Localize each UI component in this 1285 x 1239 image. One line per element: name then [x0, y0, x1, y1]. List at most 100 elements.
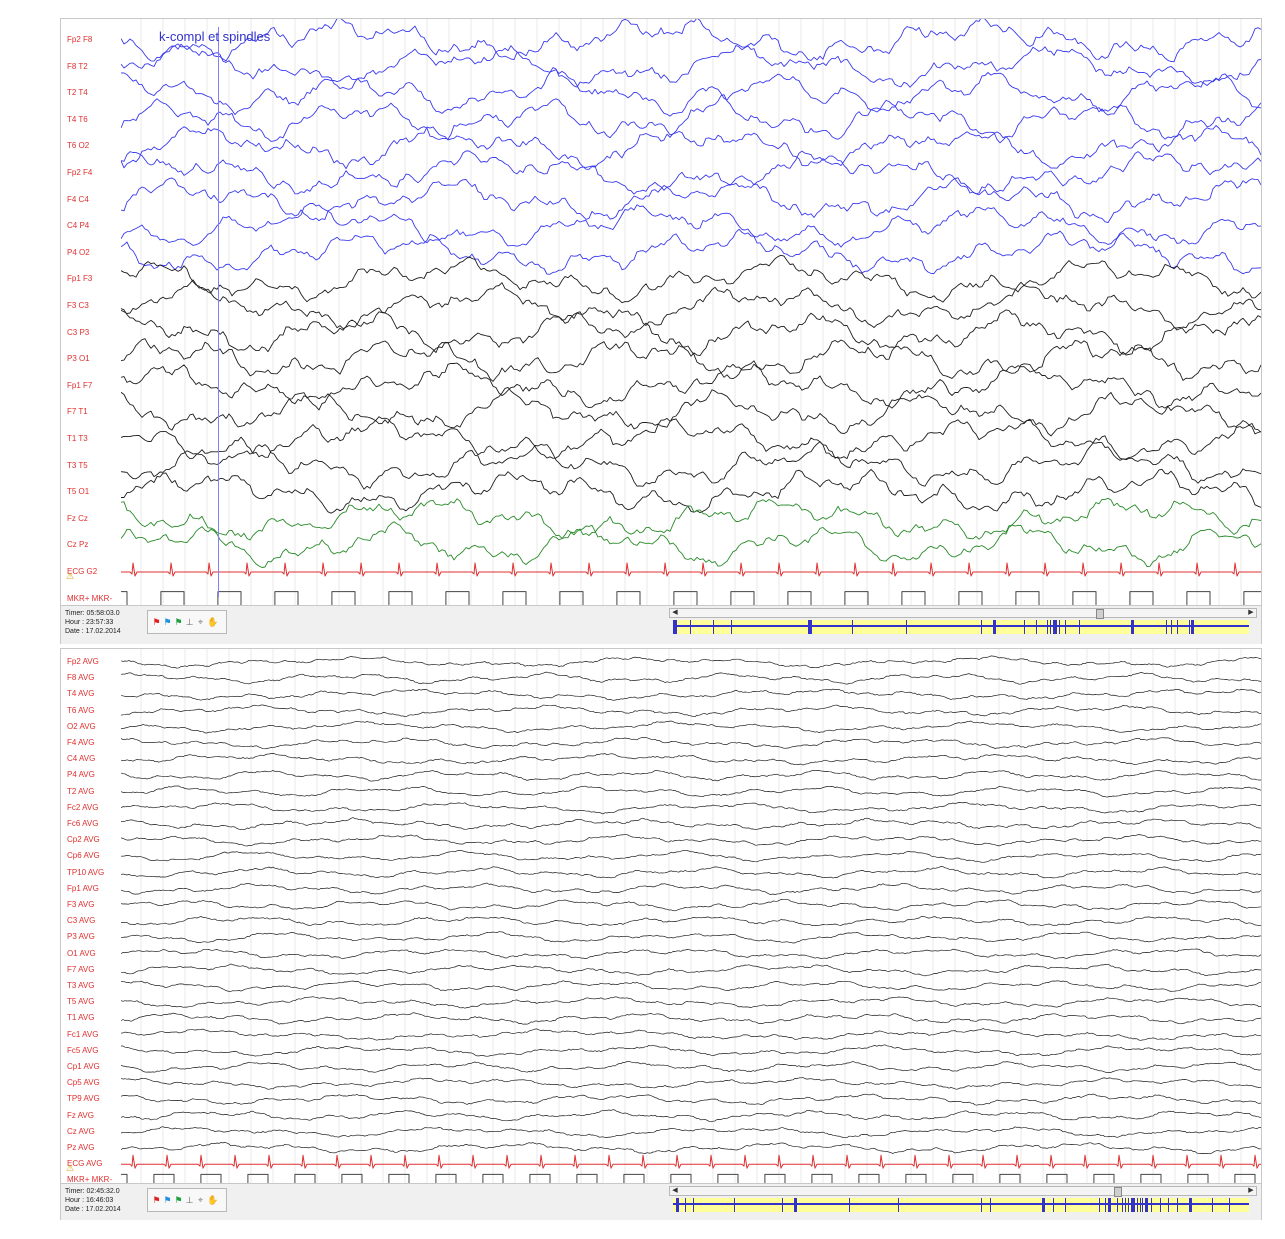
- event-annotation[interactable]: k-compl et spindles: [159, 29, 270, 44]
- event-marker[interactable]: [713, 620, 715, 634]
- event-marker[interactable]: [1151, 1198, 1153, 1212]
- event-marker[interactable]: [1130, 620, 1134, 634]
- event-marker[interactable]: [1133, 1198, 1135, 1212]
- event-marker[interactable]: [811, 620, 813, 634]
- event-marker[interactable]: [1139, 1198, 1141, 1212]
- channel-label-f3-avg[interactable]: F3 AVG: [67, 900, 94, 909]
- event-marker[interactable]: [782, 1198, 784, 1212]
- channel-label-t1-avg[interactable]: T1 AVG: [67, 1013, 94, 1022]
- event-marker[interactable]: [1050, 620, 1052, 634]
- blue-flag-icon[interactable]: ⚑: [163, 1195, 172, 1205]
- tools-icon[interactable]: ⌖: [196, 617, 205, 627]
- event-marker[interactable]: [1136, 1198, 1138, 1212]
- channel-label-fp1-f7[interactable]: Fp1 F7: [67, 381, 92, 390]
- channel-label-t5-avg[interactable]: T5 AVG: [67, 997, 94, 1006]
- channel-label-c3-avg[interactable]: C3 AVG: [67, 916, 95, 925]
- event-marker[interactable]: [1064, 620, 1066, 634]
- eeg-trace-canvas[interactable]: [121, 19, 1261, 605]
- event-marker[interactable]: [690, 620, 692, 634]
- channel-label-p4-o2[interactable]: P4 O2: [67, 248, 90, 257]
- channel-label-fp2-f8[interactable]: Fp2 F8: [67, 35, 92, 44]
- event-marker[interactable]: [1159, 1198, 1161, 1212]
- channel-label-fz-avg[interactable]: Fz AVG: [67, 1111, 94, 1120]
- event-marker[interactable]: [1122, 1198, 1124, 1212]
- channel-label-p4-avg[interactable]: P4 AVG: [67, 770, 95, 779]
- scroll-thumb[interactable]: [1096, 609, 1105, 619]
- channel-label-fp2-f4[interactable]: Fp2 F4: [67, 168, 92, 177]
- time-scrollbar[interactable]: ◀ ▶: [669, 608, 1257, 619]
- channel-label-cp5-avg[interactable]: Cp5 AVG: [67, 1078, 100, 1087]
- event-marker[interactable]: [1188, 1198, 1192, 1212]
- channel-label-t1-t3[interactable]: T1 T3: [67, 434, 88, 443]
- channel-label-f7-avg[interactable]: F7 AVG: [67, 965, 94, 974]
- channel-label-t4-avg[interactable]: T4 AVG: [67, 689, 94, 698]
- event-marker[interactable]: [675, 620, 677, 634]
- event-marker[interactable]: [897, 1198, 899, 1212]
- channel-label-t4-t6[interactable]: T4 T6: [67, 115, 88, 124]
- channel-label-pz-avg[interactable]: Pz AVG: [67, 1143, 94, 1152]
- channel-label-cp6-avg[interactable]: Cp6 AVG: [67, 851, 100, 860]
- channel-label-o1-avg[interactable]: O1 AVG: [67, 949, 96, 958]
- channel-label-t2-avg[interactable]: T2 AVG: [67, 787, 94, 796]
- event-marker[interactable]: [1105, 1198, 1106, 1212]
- event-marker[interactable]: [675, 1198, 679, 1212]
- event-marker[interactable]: [1058, 620, 1060, 634]
- eeg-trace-canvas[interactable]: [121, 649, 1261, 1183]
- channel-label-fc2-avg[interactable]: Fc2 AVG: [67, 803, 98, 812]
- hand-icon[interactable]: ✋: [207, 1195, 218, 1205]
- event-marker[interactable]: [1177, 1198, 1178, 1212]
- event-marker[interactable]: [1053, 1198, 1055, 1212]
- event-marker[interactable]: [1142, 1198, 1144, 1212]
- trace-area[interactable]: [121, 649, 1261, 1183]
- event-marker[interactable]: [981, 1198, 983, 1212]
- red-flag-icon[interactable]: ⚑: [152, 617, 161, 627]
- channel-label-fc6-avg[interactable]: Fc6 AVG: [67, 819, 98, 828]
- channel-label-tp9-avg[interactable]: TP9 AVG: [67, 1094, 100, 1103]
- event-marker[interactable]: [1047, 620, 1049, 634]
- channel-label-o2-avg[interactable]: O2 AVG: [67, 722, 96, 731]
- event-marker[interactable]: [981, 620, 983, 634]
- tools-icon[interactable]: ⌖: [196, 1195, 205, 1205]
- channel-label-f4-c4[interactable]: F4 C4: [67, 195, 89, 204]
- event-marker[interactable]: [684, 1198, 686, 1212]
- channel-label-p3-o1[interactable]: P3 O1: [67, 354, 90, 363]
- blue-flag-icon[interactable]: ⚑: [163, 617, 172, 627]
- channel-label-fc5-avg[interactable]: Fc5 AVG: [67, 1046, 98, 1055]
- event-marker[interactable]: [730, 620, 732, 634]
- channel-label-f8-t2[interactable]: F8 T2: [67, 62, 88, 71]
- channel-label-cp2-avg[interactable]: Cp2 AVG: [67, 835, 100, 844]
- red-flag-icon[interactable]: ⚑: [152, 1195, 161, 1205]
- channel-label-fp1-f3[interactable]: Fp1 F3: [67, 274, 92, 283]
- event-marker[interactable]: [1064, 1198, 1066, 1212]
- event-marker[interactable]: [848, 1198, 850, 1212]
- channel-label-f4-avg[interactable]: F4 AVG: [67, 738, 94, 747]
- channel-label-cz-pz[interactable]: Cz Pz: [67, 540, 88, 549]
- event-marker[interactable]: [1171, 620, 1173, 634]
- baseline-icon[interactable]: ⊥: [185, 617, 194, 627]
- event-marker[interactable]: [794, 1198, 797, 1212]
- channel-label-f7-t1[interactable]: F7 T1: [67, 407, 88, 416]
- time-cursor[interactable]: [218, 27, 219, 597]
- event-marker[interactable]: [1079, 620, 1081, 634]
- green-flag-icon[interactable]: ⚑: [174, 1195, 183, 1205]
- event-marker[interactable]: [851, 620, 853, 634]
- scroll-right-icon[interactable]: ▶: [1246, 609, 1256, 617]
- channel-label-c3-p3[interactable]: C3 P3: [67, 328, 89, 337]
- event-marker[interactable]: [1145, 1198, 1149, 1212]
- channel-label-t3-t5[interactable]: T3 T5: [67, 461, 88, 470]
- event-marker[interactable]: [733, 1198, 735, 1212]
- channel-label-mkr-mkr[interactable]: MKR+ MKR-: [67, 594, 112, 603]
- event-marker[interactable]: [1024, 620, 1026, 634]
- scroll-left-icon[interactable]: ◀: [670, 609, 680, 617]
- event-marker[interactable]: [906, 620, 908, 634]
- channel-label-fc1-avg[interactable]: Fc1 AVG: [67, 1030, 98, 1039]
- event-marker[interactable]: [1041, 1198, 1045, 1212]
- event-marker[interactable]: [693, 1198, 695, 1212]
- event-marker[interactable]: [1228, 1198, 1230, 1212]
- event-marker[interactable]: [1177, 620, 1178, 634]
- event-marker[interactable]: [1128, 1198, 1129, 1212]
- channel-label-c4-p4[interactable]: C4 P4: [67, 221, 89, 230]
- channel-label-tp10-avg[interactable]: TP10 AVG: [67, 868, 104, 877]
- channel-label-f8-avg[interactable]: F8 AVG: [67, 673, 94, 682]
- channel-label-t6-o2[interactable]: T6 O2: [67, 141, 89, 150]
